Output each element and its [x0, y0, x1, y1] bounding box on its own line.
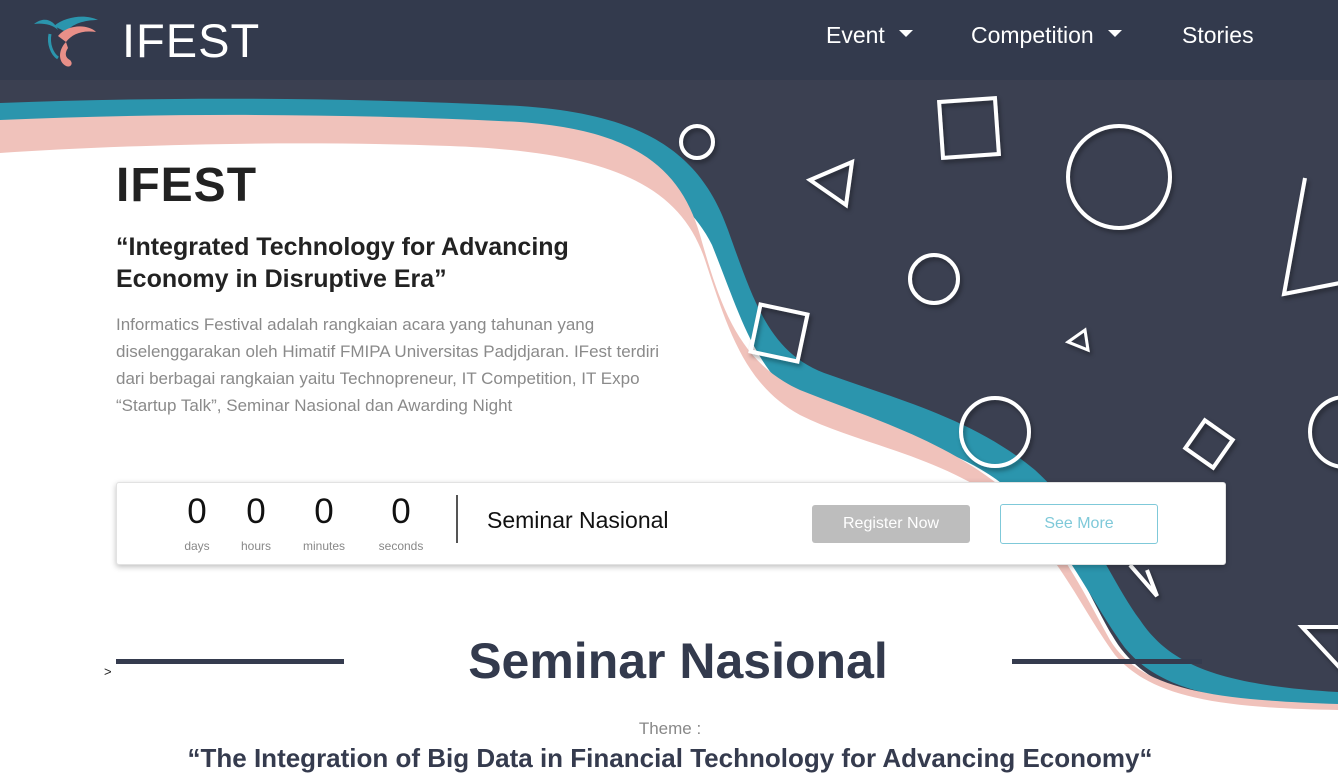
theme-label: Theme : — [638, 719, 702, 738]
seminar-theme-text: “The Integration of Big Data in Financia… — [187, 743, 1153, 773]
countdown-divider — [456, 495, 458, 543]
countdown-minutes: 0 minutes — [289, 491, 359, 553]
countdown-hours-value: 0 — [246, 492, 266, 531]
nav-competition-label: Competition — [971, 22, 1094, 48]
register-now-button[interactable]: Register Now — [812, 505, 970, 543]
caret-down-icon — [898, 30, 913, 37]
navbar: IFEST Event Competition Stories — [0, 0, 1338, 80]
hero-tagline: “Integrated Technology for Advancing Eco… — [116, 232, 569, 293]
countdown-card: 0 days 0 hours 0 minutes 0 seconds Semin… — [116, 482, 1226, 565]
nav-stories-link[interactable]: Stories — [1182, 22, 1254, 49]
countdown-seconds: 0 seconds — [366, 491, 436, 553]
countdown-seconds-value: 0 — [391, 492, 411, 531]
countdown-event-name: Seminar Nasional — [487, 507, 669, 533]
countdown-minutes-label: minutes — [302, 539, 346, 553]
hero-title: IFEST — [116, 159, 258, 212]
hero-description: Informatics Festival adalah rangkaian ac… — [116, 314, 659, 415]
countdown-hours-label: hours — [240, 539, 272, 553]
nav-event-label: Event — [826, 22, 885, 48]
nav-event-dropdown[interactable]: Event — [826, 22, 913, 49]
section-divider-right — [1012, 659, 1202, 664]
countdown-minutes-value: 0 — [314, 492, 334, 531]
ifest-wave-logo-icon — [34, 16, 98, 67]
hero-content: IFEST “Integrated Technology for Advanci… — [116, 159, 676, 419]
brand-name: IFEST — [122, 13, 261, 67]
see-more-button[interactable]: See More — [1000, 504, 1158, 544]
countdown-hours: 0 hours — [221, 491, 291, 553]
caret-down-icon — [1107, 30, 1122, 37]
countdown-seconds-label: seconds — [378, 539, 424, 553]
brand[interactable]: IFEST — [32, 10, 260, 70]
nav-stories-label: Stories — [1182, 22, 1254, 48]
nav-competition-dropdown[interactable]: Competition — [971, 22, 1122, 49]
